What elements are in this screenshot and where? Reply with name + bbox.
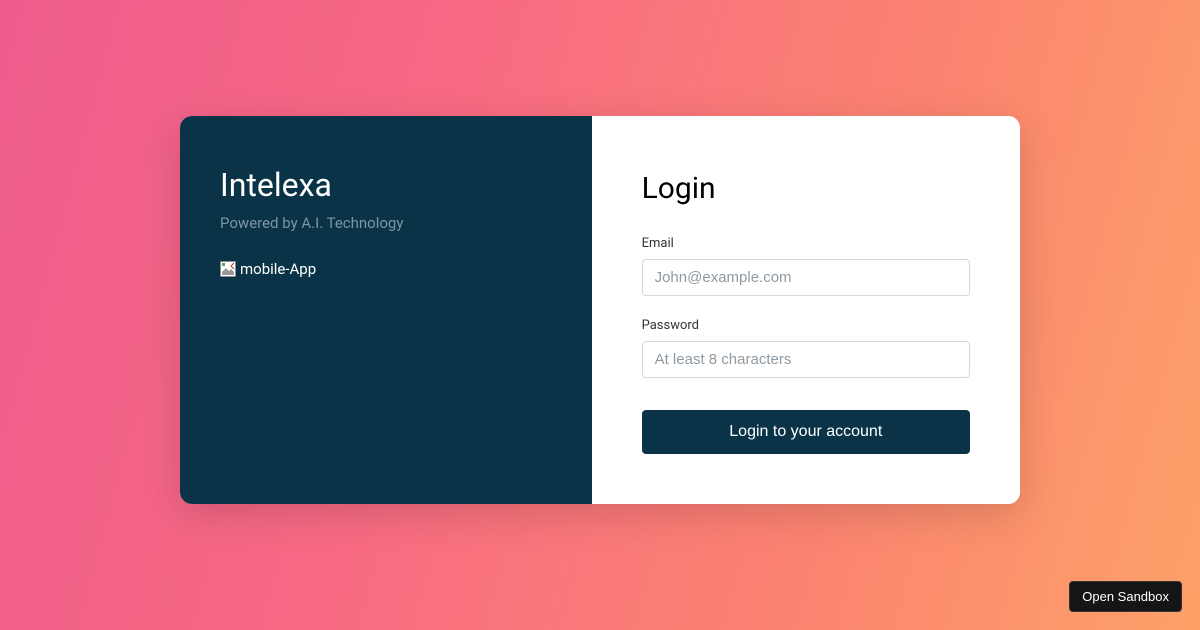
login-title: Login [642,171,970,206]
open-sandbox-button[interactable]: Open Sandbox [1069,581,1182,612]
login-card: Intelexa Powered by A.I. Technology mobi… [180,116,1020,504]
login-button[interactable]: Login to your account [642,410,970,454]
broken-image-icon [220,261,236,277]
password-field[interactable] [642,341,970,378]
login-panel: Login Email Password Login to your accou… [592,116,1020,504]
brand-title: Intelexa [220,166,552,204]
brand-image: mobile-App [220,260,552,278]
password-label: Password [642,318,970,333]
password-group: Password [642,318,970,378]
email-label: Email [642,236,970,251]
brand-subtitle: Powered by A.I. Technology [220,214,552,232]
brand-panel: Intelexa Powered by A.I. Technology mobi… [180,116,592,504]
email-field[interactable] [642,259,970,296]
brand-image-alt: mobile-App [240,260,316,278]
email-group: Email [642,236,970,296]
